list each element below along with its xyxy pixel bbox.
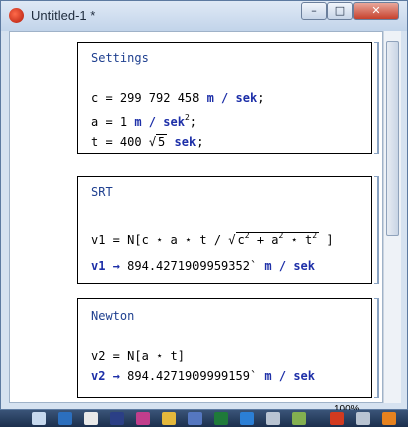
semicolon: ; <box>189 115 197 129</box>
window-title: Untitled-1 * <box>31 8 96 23</box>
v1-sqrt-t: ⋆ t <box>290 233 313 247</box>
taskbar-app-icon[interactable] <box>84 412 98 425</box>
taskbar-app-icon[interactable] <box>356 412 370 425</box>
v2-output-value: 894.4271909999159` <box>127 369 258 383</box>
c-unit: m / sek <box>206 91 258 105</box>
sqrt-icon: √ <box>148 135 157 149</box>
taskbar-app-icon[interactable] <box>188 412 202 425</box>
v1-output-unit: m / sek <box>264 259 315 273</box>
v1-sqrt-argument: c2 + a2 ⋆ t2 <box>235 231 320 247</box>
semicolon: ; <box>196 135 204 149</box>
v2-output-unit: m / sek <box>264 369 315 383</box>
v1-prefix: v1 = N[c ⋆ a ⋆ t / <box>91 233 222 247</box>
srt-cell-bracket[interactable] <box>374 176 379 284</box>
v2-input[interactable]: v2 = N[a ⋆ t] <box>91 349 185 363</box>
taskbar <box>0 410 408 427</box>
taskbar-app-icon[interactable] <box>214 412 228 425</box>
taskbar-app-icon[interactable] <box>32 412 46 425</box>
t-unit: sek <box>174 135 197 149</box>
c-definition[interactable]: c = 299 792 458 m / sek; <box>91 91 264 105</box>
c-expression: c = 299 792 458 <box>91 91 200 105</box>
v1-close-bracket: ] <box>326 233 334 247</box>
taskbar-app-icon[interactable] <box>330 412 344 425</box>
newton-cell-bracket[interactable] <box>374 298 379 398</box>
v1-output[interactable]: v1 → 894.4271909959352` m / sek <box>91 259 315 273</box>
srt-title: SRT <box>91 185 113 199</box>
newton-cell[interactable]: Newton v2 = N[a ⋆ t] v2 → 894.4271909999… <box>77 298 372 398</box>
taskbar-app-icon[interactable] <box>110 412 124 425</box>
taskbar-app-icon[interactable] <box>292 412 306 425</box>
title-bar[interactable]: Untitled-1 * – □ ✕ <box>1 1 407 31</box>
exp-2: 2 <box>244 231 250 240</box>
taskbar-app-icon[interactable] <box>136 412 150 425</box>
semicolon: ; <box>257 91 265 105</box>
srt-cell[interactable]: SRT v1 = N[c ⋆ a ⋆ t / √ c2 + a2 ⋆ t2 ] v… <box>77 176 372 284</box>
taskbar-app-icon[interactable] <box>382 412 396 425</box>
taskbar-app-icon[interactable] <box>162 412 176 425</box>
settings-title: Settings <box>91 51 149 65</box>
taskbar-app-icon[interactable] <box>240 412 254 425</box>
exp-2: 2 <box>278 231 284 240</box>
notebook-window: Untitled-1 * – □ ✕ Settings c = 299 792 … <box>0 0 408 415</box>
v1-output-lhs: v1 → <box>91 259 120 273</box>
settings-cell-bracket[interactable] <box>374 42 379 154</box>
close-button[interactable]: ✕ <box>353 2 399 20</box>
t-sqrt-argument: 5 <box>156 134 168 149</box>
a-expression: a = 1 <box>91 115 128 129</box>
vertical-scrollbar[interactable] <box>383 31 401 403</box>
v2-output[interactable]: v2 → 894.4271909999159` m / sek <box>91 369 315 383</box>
t-definition[interactable]: t = 400 √ 5 sek; <box>91 134 204 149</box>
t-expression: t = 400 <box>91 135 142 149</box>
taskbar-app-icon[interactable] <box>58 412 72 425</box>
a-definition[interactable]: a = 1 m / sek2; <box>91 113 197 129</box>
maximize-button[interactable]: □ <box>327 2 353 20</box>
sqrt-icon: √ <box>228 233 236 247</box>
notebook-content[interactable]: Settings c = 299 792 458 m / sek; a = 1 … <box>9 31 383 403</box>
exp-2: 2 <box>312 231 318 240</box>
v1-sqrt-a: + a <box>256 233 279 247</box>
settings-cell[interactable]: Settings c = 299 792 458 m / sek; a = 1 … <box>77 42 372 154</box>
taskbar-app-icon[interactable] <box>266 412 280 425</box>
mathematica-logo-icon <box>9 8 24 23</box>
scrollbar-thumb[interactable] <box>386 41 399 236</box>
v1-input[interactable]: v1 = N[c ⋆ a ⋆ t / √ c2 + a2 ⋆ t2 ] <box>91 231 334 247</box>
v1-output-value: 894.4271909959352` <box>127 259 258 273</box>
minimize-button[interactable]: – <box>301 2 327 20</box>
v1-sqrt-c: c <box>237 233 245 247</box>
a-unit: m / sek <box>134 115 185 129</box>
newton-title: Newton <box>91 309 135 323</box>
v2-output-lhs: v2 → <box>91 369 120 383</box>
